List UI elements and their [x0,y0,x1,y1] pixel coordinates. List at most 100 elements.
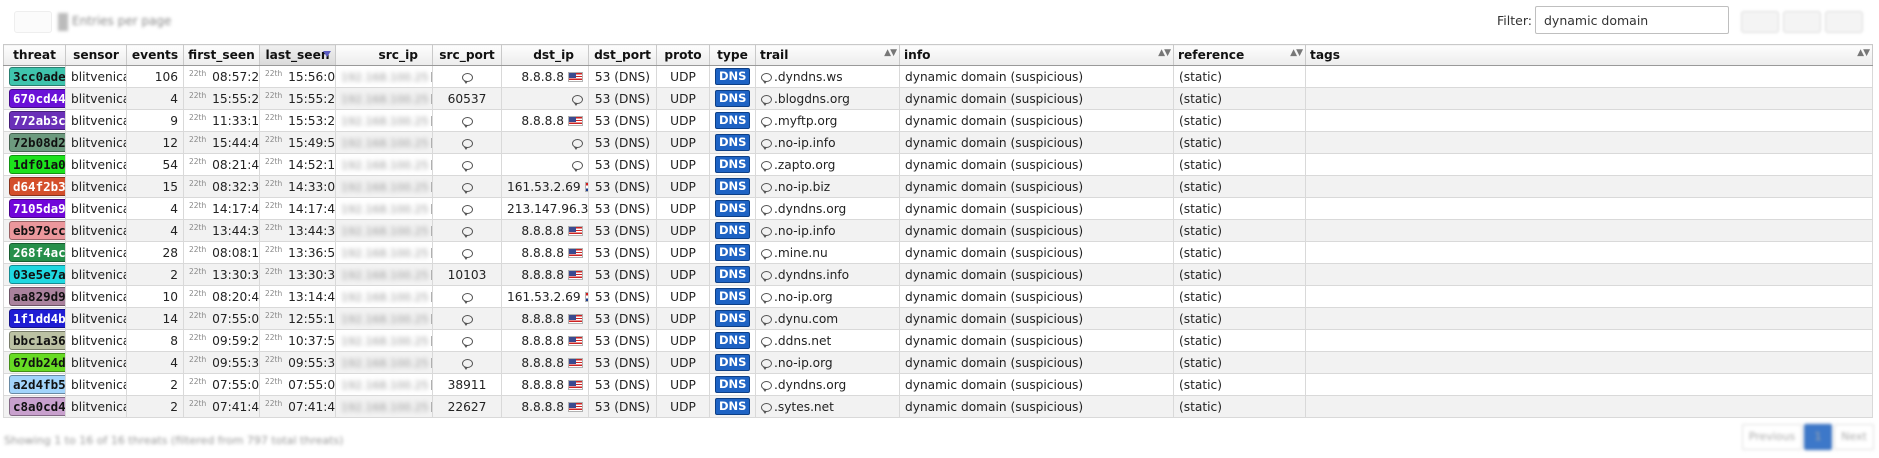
trail-value[interactable]: .no-ip.org [774,290,833,304]
trail-cell[interactable]: .sytes.net [755,395,900,418]
table-row[interactable]: 1df01a07 blitvenica 54 22th 08:21:40 22t… [3,153,1873,176]
export-button[interactable] [1741,11,1779,33]
trail-value[interactable]: .ddns.net [774,334,831,348]
tags-cell[interactable] [1305,65,1873,88]
table-row[interactable]: 3cc0ade9 blitvenica 106 22th 08:57:28 22… [3,65,1873,88]
trail-value[interactable]: .zapto.org [774,158,835,172]
threat-badge[interactable]: d64f2b37 [9,177,65,196]
threat-badge[interactable]: 1df01a07 [9,155,65,174]
comment-icon[interactable] [572,160,583,172]
trail-cell[interactable]: .blogdns.org [755,87,900,110]
tags-cell[interactable] [1305,241,1873,264]
trail-cell[interactable]: .mine.nu [755,241,900,264]
comment-icon[interactable] [461,72,473,84]
col-header-src-port[interactable]: src_port [432,44,502,66]
tags-cell[interactable] [1305,109,1873,132]
pagination-previous[interactable]: Previous [1742,424,1802,450]
comment-icon[interactable] [761,72,772,84]
tags-cell[interactable] [1305,131,1873,154]
table-row[interactable]: 03e5e7a5 blitvenica 2 22th 13:30:33 22th… [3,263,1873,286]
threat-badge[interactable]: c8a0cd49 [9,397,65,416]
table-row[interactable]: 7105da9c blitvenica 4 22th 14:17:45 22th… [3,197,1873,220]
col-header-info[interactable]: info ▲▼ [899,44,1174,66]
trail-cell[interactable]: .no-ip.biz [755,175,900,198]
trail-cell[interactable]: .dyndns.info [755,263,900,286]
comment-icon[interactable] [761,226,772,238]
col-header-src-ip[interactable]: src_ip [335,44,433,66]
threat-badge[interactable]: 1f1dd4b7 [9,309,65,328]
col-header-trail[interactable]: trail ▲▼ [755,44,900,66]
trail-value[interactable]: .dyndns.org [774,202,846,216]
threat-badge[interactable]: a2d4fb5c [9,375,65,394]
trail-cell[interactable]: .dyndns.org [755,197,900,220]
threat-badge[interactable]: aa829d93 [9,287,65,306]
table-row[interactable]: d64f2b37 blitvenica 15 22th 08:32:37 22t… [3,175,1873,198]
comment-icon[interactable] [572,138,583,150]
comment-icon[interactable] [461,248,473,260]
pagination-page-1[interactable]: 1 [1804,424,1832,450]
col-header-events[interactable]: events [126,44,184,66]
columns-button[interactable] [1825,11,1863,33]
tags-cell[interactable] [1305,263,1873,286]
threat-badge[interactable]: 670cd449 [9,89,65,108]
trail-cell[interactable]: .no-ip.org [755,351,900,374]
table-row[interactable]: a2d4fb5c blitvenica 2 22th 07:55:00 22th… [3,373,1873,396]
comment-icon[interactable] [461,138,473,150]
col-header-first-seen[interactable]: first_seen [183,44,260,66]
trail-value[interactable]: .blogdns.org [774,92,850,106]
trail-cell[interactable]: .dynu.com [755,307,900,330]
comment-icon[interactable] [761,314,772,326]
table-row[interactable]: 670cd449 blitvenica 4 22th 15:55:24 22th… [3,87,1873,110]
table-row[interactable]: aa829d93 blitvenica 10 22th 08:20:49 22t… [3,285,1873,308]
tags-cell[interactable] [1305,329,1873,352]
col-header-reference[interactable]: reference ▲▼ [1173,44,1306,66]
comment-icon[interactable] [761,94,772,106]
trail-cell[interactable]: .no-ip.info [755,131,900,154]
trail-value[interactable]: .mine.nu [774,246,828,260]
trail-value[interactable]: .no-ip.biz [774,180,830,194]
tags-cell[interactable] [1305,395,1873,418]
tags-cell[interactable] [1305,219,1873,242]
table-row[interactable]: eb979cc6 blitvenica 4 22th 13:44:38 22th… [3,219,1873,242]
col-header-threat[interactable]: threat [3,44,66,66]
trail-value[interactable]: .myftp.org [774,114,837,128]
tags-cell[interactable] [1305,197,1873,220]
trail-cell[interactable]: .no-ip.org [755,285,900,308]
trail-cell[interactable]: .no-ip.info [755,219,900,242]
table-row[interactable]: bbc1a369 blitvenica 8 22th 09:59:26 22th… [3,329,1873,352]
comment-icon[interactable] [461,182,473,194]
comment-icon[interactable] [461,314,473,326]
trail-value[interactable]: .no-ip.org [774,356,833,370]
trail-value[interactable]: .dyndns.ws [774,70,843,84]
print-button[interactable] [1783,11,1821,33]
comment-icon[interactable] [761,204,772,216]
table-row[interactable]: 268f4ac4 blitvenica 28 22th 08:08:18 22t… [3,241,1873,264]
trail-value[interactable]: .sytes.net [774,400,834,414]
threat-badge[interactable]: 772ab3ce [9,111,65,130]
comment-icon[interactable] [761,116,772,128]
length-select[interactable] [14,11,52,33]
tags-cell[interactable] [1305,373,1873,396]
threat-badge[interactable]: 268f4ac4 [9,243,65,262]
tags-cell[interactable] [1305,285,1873,308]
threat-badge[interactable]: bbc1a369 [9,331,65,350]
col-header-dst-port[interactable]: dst_port [588,44,657,66]
tags-cell[interactable] [1305,351,1873,374]
table-row[interactable]: 67db24d7 blitvenica 4 22th 09:55:37 22th… [3,351,1873,374]
threat-badge[interactable]: 72b08d22 [9,133,65,152]
col-header-type[interactable]: type [709,44,756,66]
table-row[interactable]: c8a0cd49 blitvenica 2 22th 07:41:45 22th… [3,395,1873,418]
trail-cell[interactable]: .myftp.org [755,109,900,132]
table-row[interactable]: 1f1dd4b7 blitvenica 14 22th 07:55:01 22t… [3,307,1873,330]
col-header-tags[interactable]: tags ▲▼ [1305,44,1873,66]
comment-icon[interactable] [761,402,772,414]
table-row[interactable]: 772ab3ce blitvenica 9 22th 11:33:12 22th… [3,109,1873,132]
trail-cell[interactable]: .dyndns.org [755,373,900,396]
trail-cell[interactable]: .ddns.net [755,329,900,352]
col-header-sensor[interactable]: sensor [65,44,127,66]
threat-badge[interactable]: 3cc0ade9 [9,67,65,86]
comment-icon[interactable] [461,116,473,128]
col-header-dst-ip[interactable]: dst_ip [501,44,589,66]
trail-cell[interactable]: .dyndns.ws [755,65,900,88]
trail-value[interactable]: .dyndns.info [774,268,849,282]
